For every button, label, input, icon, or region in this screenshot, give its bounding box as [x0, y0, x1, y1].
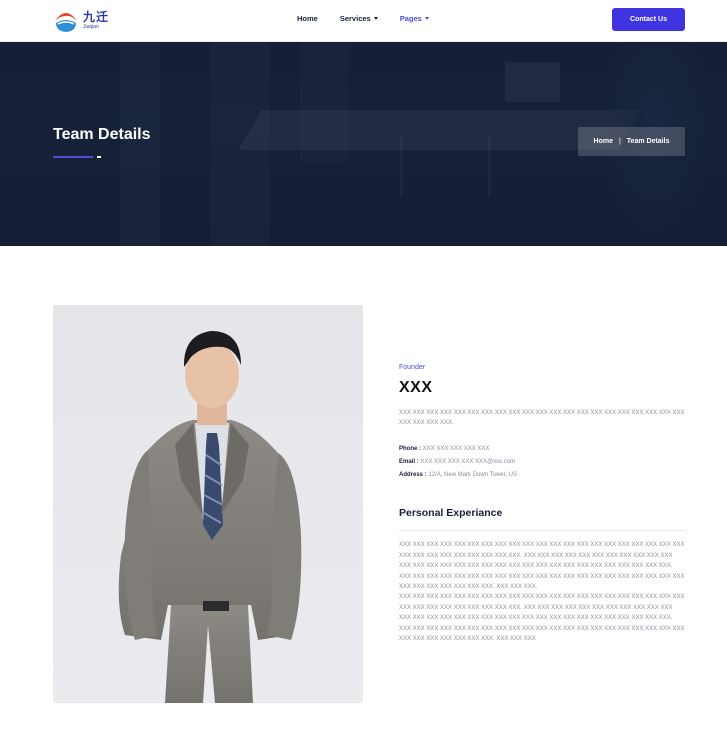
page-title: Team Details — [53, 126, 151, 143]
experience-paragraph: XXX XXX XXX XXX XXX XXX XXX XXX XXX XXX … — [399, 594, 685, 642]
contact-info: Phone : XXX XXX XXX XXX XXX Email : XXX … — [399, 443, 517, 482]
chevron-down-icon — [373, 17, 378, 20]
address-value: 12/A, New Mark Down Tower, US — [428, 472, 517, 478]
nav-pages-label: Pages — [399, 14, 422, 23]
experience-heading: Personal Experiance — [399, 507, 503, 519]
contact-us-button[interactable]: Contact Us — [612, 8, 685, 31]
breadcrumb-home[interactable]: Home — [594, 138, 613, 145]
address-label: Address : — [399, 472, 427, 478]
title-underline-dot — [97, 156, 101, 158]
logo-text-cn: 九迁 — [83, 9, 110, 24]
logo-icon — [53, 7, 79, 33]
member-bio: XXX XXX XXX XXX XXX XXX XXX XXX XXX XXX … — [399, 410, 685, 426]
title-underline — [53, 156, 93, 158]
team-member-photo — [53, 305, 363, 703]
email-row: Email : XXX XXX XXX XXX XXX@xxx.com — [399, 456, 517, 469]
member-role: Founder — [399, 364, 426, 371]
member-name: XXX — [399, 379, 433, 396]
main-nav: Home Services Pages — [297, 14, 451, 23]
breadcrumb-current: Team Details — [626, 138, 670, 145]
phone-value[interactable]: XXX XXX XXX XXX XXX — [423, 446, 490, 452]
page-banner: Team Details Home | Team Details — [0, 42, 727, 246]
nav-pages[interactable]: Pages — [400, 14, 429, 23]
divider — [399, 530, 685, 531]
chevron-down-icon — [424, 17, 429, 20]
experience-paragraph: XXX XXX XXX XXX XXX XXX XXX XXX XXX XXX … — [399, 542, 685, 590]
nav-home[interactable]: Home — [297, 14, 318, 23]
nav-home-label: Home — [297, 14, 318, 23]
breadcrumb-separator: | — [618, 138, 621, 145]
logo-text-en: Jiuqian — [83, 23, 99, 30]
breadcrumb: Home | Team Details — [578, 127, 685, 156]
phone-label: Phone : — [399, 446, 421, 452]
address-row: Address : 12/A, New Mark Down Tower, US — [399, 469, 517, 482]
phone-row: Phone : XXX XXX XXX XXX XXX — [399, 443, 517, 456]
logo[interactable]: 九迁 Jiuqian — [53, 6, 115, 34]
nav-services[interactable]: Services — [340, 14, 378, 23]
email-value[interactable]: XXX XXX XXX XXX XXX@xxx.com — [420, 459, 515, 465]
email-label: Email : — [399, 459, 419, 465]
site-header: 九迁 Jiuqian Home Services Pages Contact U… — [0, 0, 727, 42]
nav-services-label: Services — [339, 14, 371, 23]
